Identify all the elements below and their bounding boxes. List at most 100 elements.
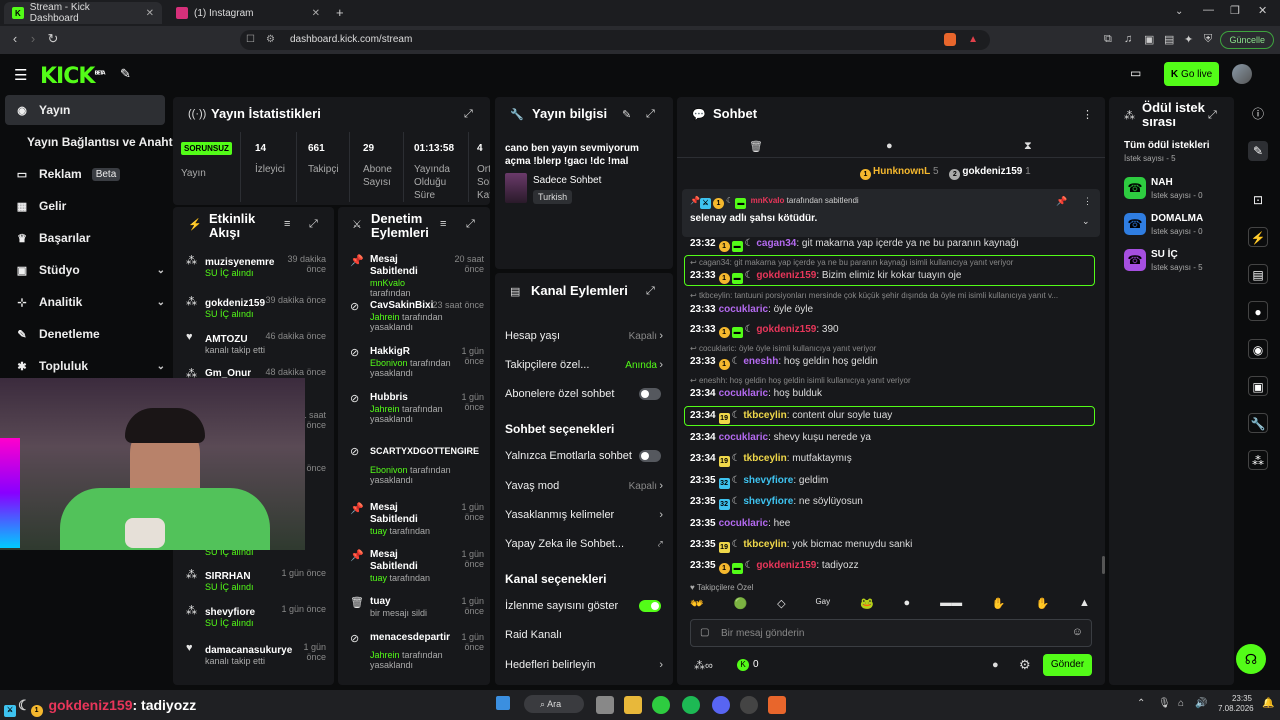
chat-message[interactable]: 23:35 32 ☾ shevyfiore: ne söylüyosun bbox=[690, 496, 1090, 510]
chat-message[interactable]: 23:33 cocuklaric: öyle öyle bbox=[690, 304, 1090, 315]
category-thumbnail[interactable] bbox=[505, 173, 527, 203]
taskbar-clock[interactable]: 23:35 7.08.2026 bbox=[1218, 694, 1254, 714]
account-age-row[interactable]: Hesap yaşı Kapalı › bbox=[505, 330, 665, 342]
moderation-item[interactable]: ⊘ HakkigR Ebonivon tarafından yasaklandı 1 … bbox=[344, 346, 484, 386]
extensions-icon[interactable]: ⧉ bbox=[1104, 33, 1112, 46]
forward-icon[interactable]: › bbox=[22, 31, 44, 46]
windows-start-icon[interactable] bbox=[496, 696, 510, 710]
reward-item[interactable]: ☎ DOMALMA İstek sayısı - 0 bbox=[1124, 213, 1224, 241]
chat-message[interactable]: 23:34 19 ☾ tkbceylin: content olur soyle t… bbox=[690, 410, 1090, 424]
unpin-icon[interactable]: 📌 bbox=[1056, 196, 1067, 207]
activity-item[interactable]: ♥ damacanasukurye kanalı takip etti 1 gün ö… bbox=[180, 642, 330, 676]
kicks-icon[interactable]: K bbox=[737, 659, 749, 671]
moderation-item[interactable]: 🗑 tuay bir mesajı sildi 1 gün önce bbox=[344, 596, 484, 626]
edit-icon[interactable]: ✎ bbox=[622, 108, 631, 121]
banned-words-row[interactable]: Yasaklanmış kelimeler › bbox=[505, 509, 665, 521]
wallet-icon[interactable]: ▤ bbox=[1164, 33, 1174, 46]
wrench-icon[interactable]: 🔧 bbox=[1248, 413, 1268, 433]
chat-message[interactable]: 23:35 1 ▬ ☾ gokdeniz159: tadiyozz bbox=[690, 560, 1090, 574]
maximize-icon[interactable]: ❐ bbox=[1230, 4, 1240, 17]
emote-icon[interactable]: Gay bbox=[815, 597, 830, 613]
tab-list-icon[interactable]: ⌄ bbox=[1175, 6, 1183, 17]
category-name[interactable]: Sadece Sohbet bbox=[533, 175, 601, 186]
new-tab-icon[interactable]: + bbox=[336, 5, 344, 20]
emote-icon[interactable]: ✋ bbox=[992, 597, 1006, 613]
taskbar-search[interactable]: ⌕ Ara bbox=[524, 695, 584, 713]
sidebar-item-basarilar[interactable]: ♛ Başarılar bbox=[5, 223, 165, 253]
brave-rewards-icon[interactable]: ▲ bbox=[968, 30, 978, 50]
spotify-icon[interactable] bbox=[682, 696, 700, 714]
chat-message[interactable]: 23:33 1 ▬ ☾ gokdeniz159: Bizim elimiz kir k… bbox=[690, 270, 1090, 284]
popout-icon[interactable]: ⤢ bbox=[646, 108, 655, 121]
moderation-item[interactable]: ⊘ CavSakinBixi Jahrein tarafından yasaklan… bbox=[344, 300, 484, 340]
activity-item[interactable]: ⁂ gokdeniz159 SU İÇ alındı 39 dakika önce bbox=[180, 295, 330, 329]
stats-icon[interactable]: ▤ bbox=[1248, 264, 1268, 284]
site-info-icon[interactable]: ⚙ bbox=[266, 30, 275, 50]
microphone-icon[interactable]: 🎙 bbox=[1158, 698, 1171, 709]
steam-icon[interactable] bbox=[740, 696, 758, 714]
url-field[interactable]: ☐ ⚙ dashboard.kick.com/stream ▲ bbox=[240, 30, 990, 50]
emote-icon[interactable]: 🐸 bbox=[860, 597, 874, 613]
whatsapp-icon[interactable] bbox=[652, 696, 670, 714]
vpn-icon[interactable]: ⛨ bbox=[1204, 33, 1212, 46]
chat-message[interactable]: 23:32 1 ▬ ☾ cagan34: git makarna yap içerde… bbox=[690, 238, 1090, 252]
chat-message[interactable]: 23:35 32 ☾ shevyfiore: geldim bbox=[690, 475, 1090, 489]
chat-message[interactable]: 23:33 1 ☾ eneshh: hoş geldin hoş geldin bbox=[690, 356, 1090, 370]
close-tab-icon[interactable]: ✕ bbox=[312, 8, 320, 19]
discord-icon[interactable] bbox=[712, 696, 730, 714]
chevron-down-icon[interactable]: ⌄ bbox=[1082, 216, 1090, 227]
chat-message[interactable]: 23:34 cocuklaric: hoş bulduk bbox=[690, 388, 1090, 399]
emote-icon[interactable]: 👐 bbox=[690, 597, 704, 613]
close-tab-icon[interactable]: ✕ bbox=[146, 8, 154, 19]
chat-message[interactable]: 23:35 cocuklaric: hee bbox=[690, 518, 1090, 529]
popout-icon[interactable]: ⤢ bbox=[464, 108, 473, 121]
reward-icon[interactable]: ⁂ bbox=[1248, 450, 1268, 470]
trash-icon[interactable]: 🗑 bbox=[749, 140, 763, 153]
reward-item[interactable]: ☎ NAH İstek sayısı - 0 bbox=[1124, 177, 1224, 205]
sidebar-item-stream-key[interactable]: Yayın Bağlantısı ve Anahtarı bbox=[17, 127, 187, 157]
chat-message[interactable]: 23:34 19 ☾ tkbceylin: mutfaktaymış bbox=[690, 453, 1090, 467]
network-icon[interactable]: ⌂ bbox=[1178, 698, 1184, 709]
chat-message[interactable]: 23:35 19 ☾ tkbceylin: yok bicmac menuydu s… bbox=[690, 539, 1090, 553]
reward-item[interactable]: ☎ SU İÇ İstek sayısı - 5 bbox=[1124, 249, 1224, 277]
followers-only-row[interactable]: Takipçilere özel... Anında › bbox=[505, 359, 665, 371]
popout-icon[interactable]: ⤢ bbox=[466, 218, 475, 231]
file-explorer-icon[interactable] bbox=[624, 696, 642, 714]
slow-mode-row[interactable]: Yavaş mod Kapalı › bbox=[505, 480, 665, 492]
moderation-item[interactable]: 📌 Mesaj Sabitlendi tuay tarafından 1 gün ön… bbox=[344, 502, 484, 542]
emoji-icon[interactable]: ☺ bbox=[1072, 626, 1083, 638]
edit-icon[interactable]: ✎ bbox=[1248, 141, 1268, 161]
send-button[interactable]: Gönder bbox=[1043, 654, 1092, 676]
sidebar-item-yayin[interactable]: ◉ Yayın bbox=[5, 95, 165, 125]
settings-gear-icon[interactable]: ⚙ bbox=[1019, 657, 1031, 673]
show-viewers-toggle[interactable] bbox=[639, 600, 661, 612]
more-icon[interactable]: ⋮ bbox=[1082, 108, 1093, 121]
broadcast-icon[interactable]: ◉ bbox=[1248, 339, 1268, 359]
browser-tab[interactable]: (1) Instagram ✕ bbox=[168, 2, 328, 24]
moderation-item[interactable]: 📌 Mesaj Sabitlendi mnKvalo tarafından 20 sa… bbox=[344, 254, 484, 298]
sidebar-item-analitik[interactable]: ⊹ Analitik ⌄ bbox=[5, 287, 165, 317]
goals-row[interactable]: Hedefleri belirleyin › bbox=[505, 659, 665, 671]
all-rewards-label[interactable]: Tüm ödül istekleri bbox=[1124, 140, 1210, 151]
camera-icon[interactable]: ⊡ bbox=[1248, 190, 1268, 210]
more-icon[interactable]: ⋮ bbox=[1083, 196, 1092, 207]
chat-message[interactable]: 23:34 cocuklaric: shevy kuşu nerede ya bbox=[690, 432, 1090, 443]
brave-shield-icon[interactable] bbox=[944, 33, 956, 46]
channel-icon[interactable]: ▣ bbox=[1248, 376, 1268, 396]
help-button[interactable]: ☊ bbox=[1236, 644, 1266, 674]
chat-input[interactable]: ▢ Bir mesaj gönderin ☺ bbox=[690, 619, 1092, 647]
filter-icon[interactable]: ≡ bbox=[284, 218, 290, 230]
emote-icon[interactable]: ✋ bbox=[1035, 597, 1049, 613]
hourglass-icon[interactable]: ⧗ bbox=[1024, 140, 1032, 153]
popout-icon[interactable]: ⤢ bbox=[646, 285, 655, 298]
brave-icon[interactable] bbox=[768, 696, 786, 714]
emote-icon[interactable]: 🟢 bbox=[734, 597, 748, 613]
stream-preview-icon[interactable]: ▭ bbox=[1130, 66, 1141, 80]
info-icon[interactable]: ⓘ bbox=[1248, 104, 1268, 124]
popout-icon[interactable]: ⤢ bbox=[309, 218, 318, 231]
sidebar-item-studyo[interactable]: ▣ Stüdyo ⌄ bbox=[5, 255, 165, 285]
raid-row[interactable]: Raid Kanalı bbox=[505, 629, 665, 641]
sidebar-item-denetleme[interactable]: ✎ Denetleme bbox=[5, 319, 165, 349]
go-live-button[interactable]: K Go live bbox=[1164, 62, 1219, 86]
tools-icon[interactable]: ✎ bbox=[120, 66, 131, 82]
